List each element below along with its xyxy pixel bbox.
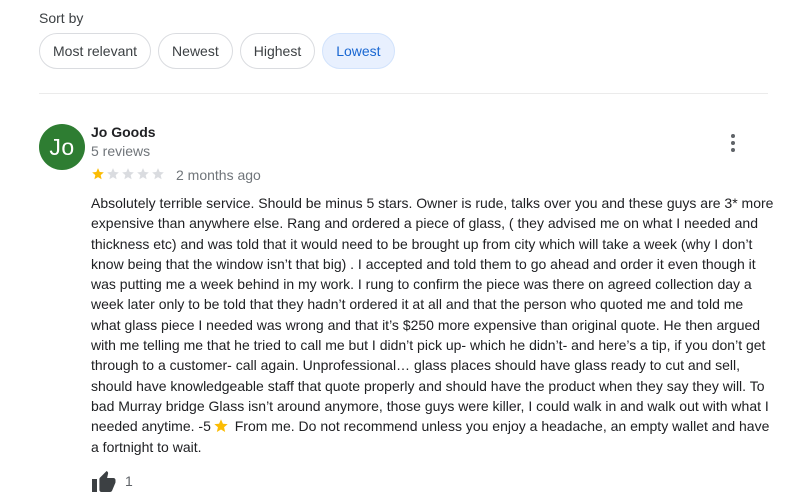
star-empty-icon: [137, 168, 149, 180]
sort-chip-most-relevant[interactable]: Most relevant: [39, 33, 152, 69]
more-options-icon[interactable]: [723, 131, 743, 155]
sort-chip-newest[interactable]: Newest: [158, 33, 233, 69]
star-empty-icon: [152, 168, 164, 180]
divider: [39, 93, 768, 94]
star-emoji-icon: [214, 419, 228, 433]
author-name[interactable]: Jo Goods: [91, 124, 156, 140]
sort-label: Sort by: [39, 10, 84, 26]
sort-chip-highest[interactable]: Highest: [239, 33, 316, 69]
star-rating: [91, 167, 165, 181]
like-button[interactable]: 1: [91, 469, 133, 493]
star-filled-icon: [92, 168, 104, 180]
like-count: 1: [125, 473, 133, 489]
thumb-up-icon: [92, 471, 116, 492]
avatar[interactable]: Jo: [39, 124, 85, 170]
star-empty-icon: [122, 168, 134, 180]
review-text: Absolutely terrible service. Should be m…: [91, 193, 776, 457]
star-empty-icon: [107, 168, 119, 180]
sort-options: Most relevant Newest Highest Lowest: [39, 33, 395, 69]
author-review-count: 5 reviews: [91, 143, 151, 159]
sort-chip-lowest[interactable]: Lowest: [322, 33, 395, 69]
review-date: 2 months ago: [176, 167, 261, 183]
review-text-part-1: Absolutely terrible service. Should be m…: [91, 195, 774, 435]
